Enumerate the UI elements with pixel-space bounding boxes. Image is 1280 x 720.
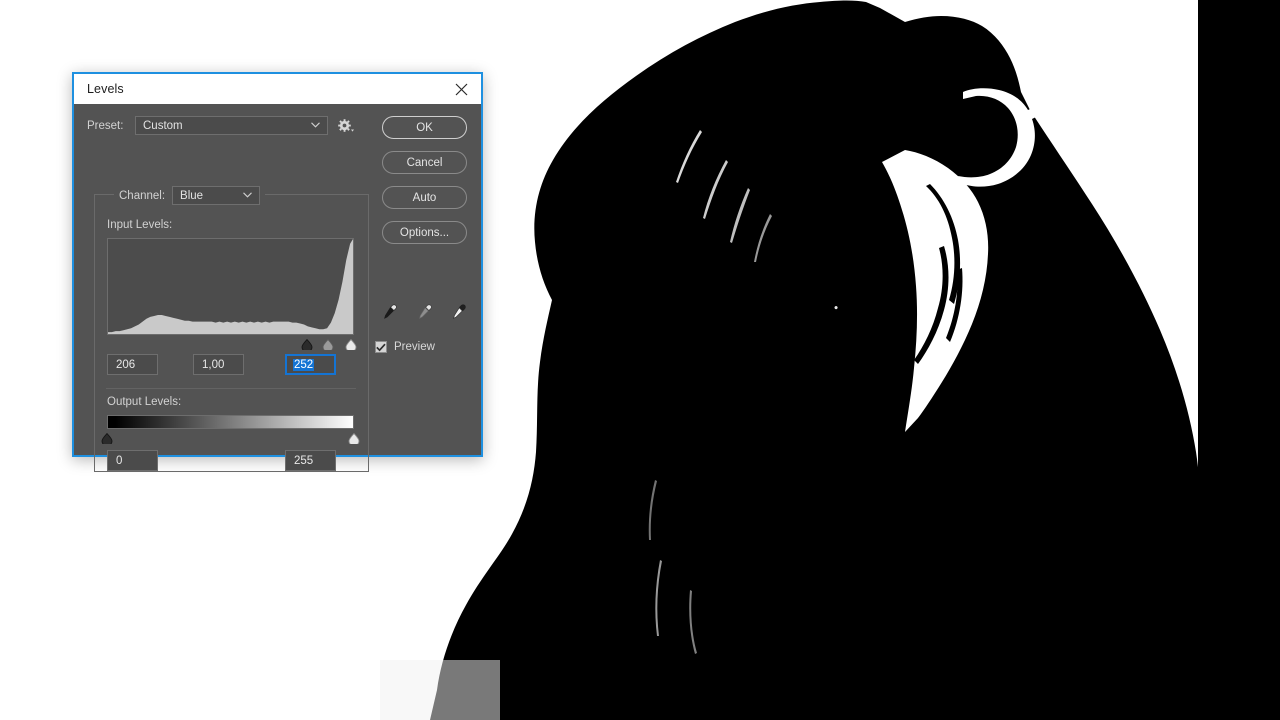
input-gamma-value: 1,00 bbox=[202, 358, 225, 371]
gray-point-eyedropper-icon[interactable] bbox=[417, 304, 433, 325]
levels-dialog: Levels Preset: Custom OK Cancel Auto Opt… bbox=[72, 72, 483, 472]
dialog-buttons: OK Cancel Auto Options... bbox=[382, 116, 467, 244]
preview-checkbox-row[interactable]: Preview bbox=[375, 341, 467, 353]
channel-label: Channel: bbox=[119, 189, 166, 202]
input-black-field[interactable]: 206 bbox=[107, 354, 158, 375]
dialog-body: Preset: Custom OK Cancel Auto Options...… bbox=[74, 104, 481, 472]
output-black-handle[interactable] bbox=[101, 431, 113, 449]
section-divider bbox=[106, 388, 356, 389]
ok-button[interactable]: OK bbox=[382, 116, 467, 139]
input-white-field[interactable]: 252 bbox=[285, 354, 336, 375]
close-icon[interactable] bbox=[441, 74, 481, 104]
output-levels-label: Output Levels: bbox=[107, 396, 182, 408]
output-levels-fields: 0 255 bbox=[107, 450, 356, 471]
channel-dropdown[interactable]: Blue bbox=[172, 186, 261, 205]
options-button[interactable]: Options... bbox=[382, 221, 467, 244]
white-point-eyedropper-icon[interactable] bbox=[451, 304, 467, 325]
dialog-titlebar: Levels bbox=[74, 74, 481, 104]
gear-icon[interactable] bbox=[338, 118, 354, 133]
input-slider-track[interactable] bbox=[107, 336, 357, 353]
dialog-title: Levels bbox=[87, 82, 124, 96]
preview-label: Preview bbox=[394, 341, 435, 353]
input-black-handle[interactable] bbox=[301, 337, 313, 355]
eyedropper-row bbox=[382, 304, 467, 325]
output-black-field[interactable]: 0 bbox=[107, 450, 158, 471]
black-point-eyedropper-icon[interactable] bbox=[382, 304, 398, 325]
input-black-value: 206 bbox=[116, 358, 136, 371]
auto-button[interactable]: Auto bbox=[382, 186, 467, 209]
output-white-field[interactable]: 255 bbox=[285, 450, 336, 471]
output-white-value: 255 bbox=[294, 454, 314, 467]
input-histogram bbox=[107, 238, 354, 335]
output-black-value: 0 bbox=[116, 454, 123, 467]
histogram-plot bbox=[108, 239, 353, 334]
input-gamma-handle[interactable] bbox=[322, 337, 334, 355]
input-gamma-field[interactable]: 1,00 bbox=[193, 354, 244, 375]
output-white-handle[interactable] bbox=[348, 431, 360, 449]
preset-value: Custom bbox=[143, 119, 183, 132]
chevron-down-icon bbox=[311, 118, 320, 130]
preset-label: Preset: bbox=[87, 119, 124, 132]
input-levels-fields: 206 1,00 252 bbox=[107, 354, 356, 375]
output-slider-track[interactable] bbox=[101, 430, 360, 447]
check-icon bbox=[376, 343, 386, 351]
channel-value: Blue bbox=[180, 189, 204, 202]
preset-dropdown[interactable]: Custom bbox=[135, 116, 328, 135]
channel-row: Channel: Blue bbox=[114, 186, 266, 205]
levels-groupbox: Channel: Blue Input Levels: 206 1,00 252… bbox=[94, 186, 369, 472]
chevron-down-icon bbox=[243, 188, 252, 200]
input-white-value: 252 bbox=[293, 358, 315, 371]
output-gradient-bar bbox=[107, 415, 354, 429]
cancel-button[interactable]: Cancel bbox=[382, 151, 467, 174]
preset-row: Preset: Custom bbox=[87, 116, 354, 135]
screen: Levels Preset: Custom OK Cancel Auto Opt… bbox=[0, 0, 1280, 720]
input-white-handle[interactable] bbox=[345, 337, 357, 355]
input-levels-label: Input Levels: bbox=[107, 219, 173, 231]
preview-checkbox[interactable] bbox=[375, 341, 387, 353]
